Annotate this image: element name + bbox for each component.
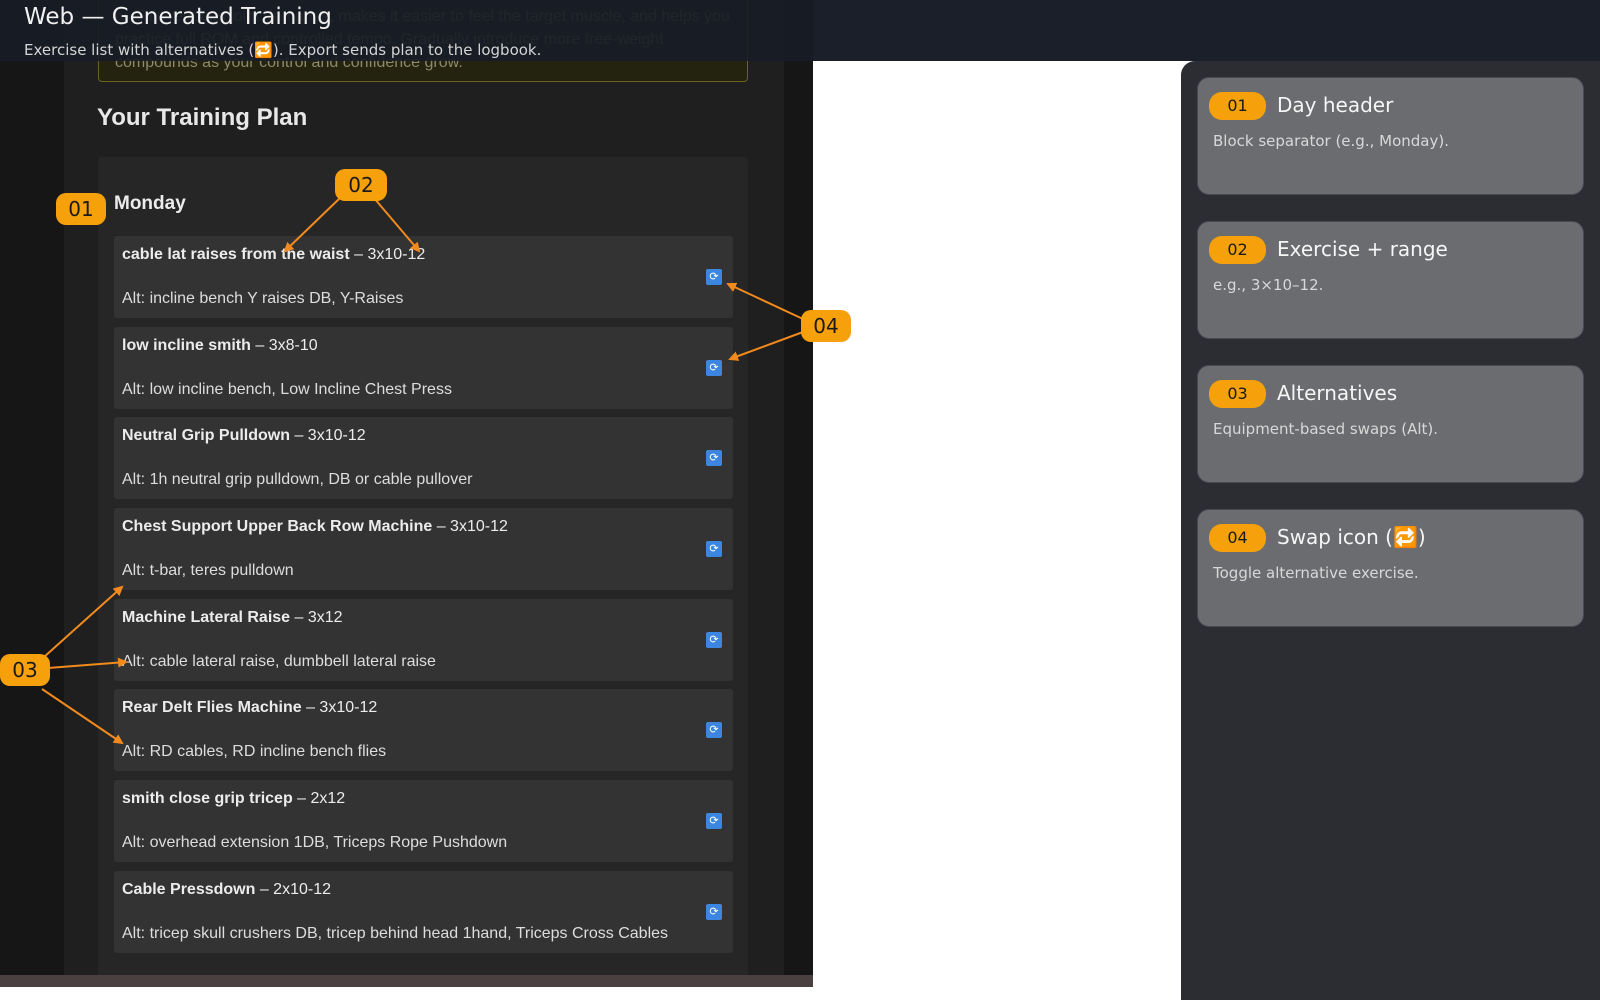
arrow-02-a (283, 197, 341, 253)
arrow-02-b (373, 197, 421, 253)
legend-number-badge: 02 (1209, 236, 1266, 264)
legend-number-badge: 03 (1209, 380, 1266, 408)
callout-badge-03: 03 (0, 654, 50, 686)
legend-title: Swap icon (🔁) (1277, 525, 1426, 549)
legend-number-badge: 04 (1209, 524, 1266, 552)
legend-card: 02 Exercise + range e.g., 3×10–12. (1197, 221, 1584, 339)
legend-title: Exercise + range (1277, 237, 1448, 261)
arrow-03-c (41, 688, 124, 745)
callout-badge-04: 04 (801, 310, 851, 342)
legend-card: 03 Alternatives Equipment-based swaps (Alt… (1197, 365, 1584, 483)
arrow-04-a (726, 282, 804, 320)
legend-description: Block separator (e.g., Monday). (1213, 132, 1449, 150)
legend-description: e.g., 3×10–12. (1213, 276, 1324, 294)
legend-description: Equipment-based swaps (Alt). (1213, 420, 1439, 438)
callout-badge-01: 01 (56, 193, 106, 225)
arrow-03-b (47, 657, 128, 669)
legend-title: Alternatives (1277, 381, 1398, 405)
legend-title: Day header (1277, 93, 1394, 117)
arrow-03-a (43, 585, 124, 658)
legend-description: Toggle alternative exercise. (1213, 564, 1419, 582)
callout-badge-02: 02 (335, 169, 387, 201)
legend-number-badge: 01 (1209, 92, 1266, 120)
arrow-04-b (728, 331, 804, 361)
legend-card: 04 Swap icon (🔁) Toggle alternative exerci… (1197, 509, 1584, 627)
legend-card: 01 Day header Block separator (e.g., Monda… (1197, 77, 1584, 195)
